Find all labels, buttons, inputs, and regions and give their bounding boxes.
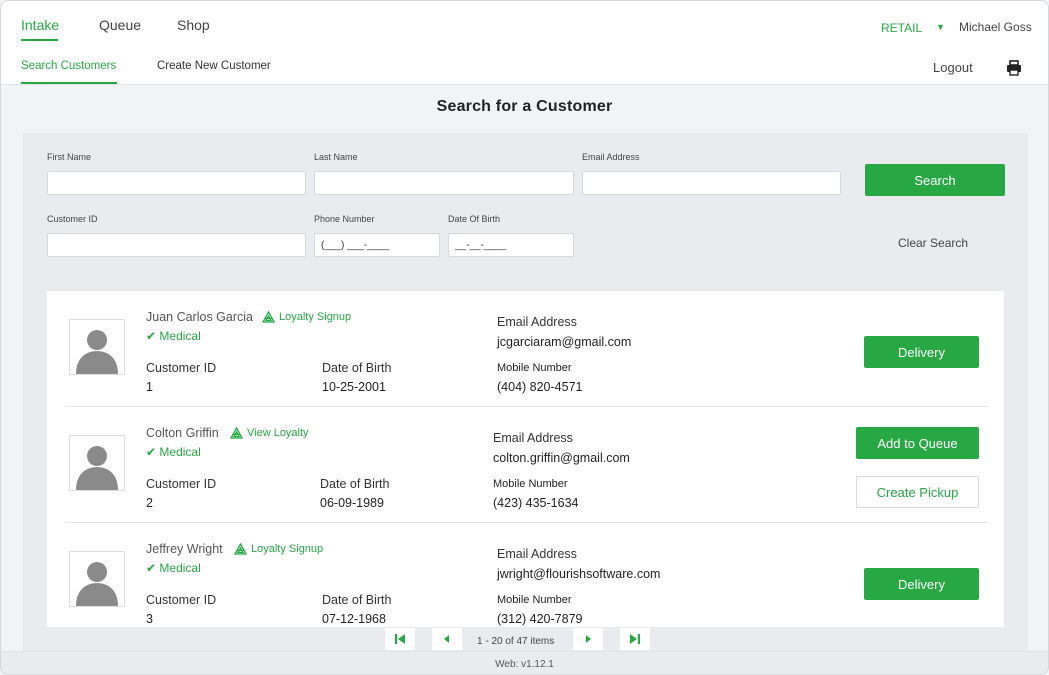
loyalty-label: Loyalty Signup — [279, 311, 352, 323]
pagination-range: 1 - 20 of 47 items — [477, 636, 555, 647]
phone-input[interactable] — [314, 233, 440, 257]
list-item[interactable]: Colton Griffin View Loyalty ✔ Medical Cu… — [47, 407, 1004, 523]
email-input[interactable] — [582, 171, 841, 195]
tab-queue[interactable]: Queue — [99, 17, 141, 33]
user-icon — [76, 330, 118, 374]
email-value: jcgarciaram@gmail.com — [497, 335, 632, 349]
medical-label: Medical — [159, 561, 201, 575]
email-label: Email Address — [497, 315, 577, 329]
phone-label: Phone Number — [314, 214, 375, 224]
dob-input[interactable] — [448, 233, 574, 257]
tab-intake[interactable]: Intake — [21, 17, 59, 33]
last-page-button[interactable] — [620, 628, 650, 650]
email-label: Email Address — [582, 152, 640, 162]
mobile-label: Mobile Number — [497, 362, 572, 374]
subtab-search-customers[interactable]: Search Customers — [21, 60, 116, 72]
customer-name[interactable]: Jeffrey Wright — [146, 542, 223, 556]
customer-name[interactable]: Colton Griffin — [146, 426, 219, 440]
list-item[interactable]: Jeffrey Wright Loyalty Signup ✔ Medical … — [47, 523, 1004, 627]
user-icon — [76, 562, 118, 606]
store-selector[interactable]: RETAIL — [881, 21, 922, 35]
medical-label: Medical — [159, 329, 201, 343]
last-name-label: Last Name — [314, 152, 358, 162]
customer-id-label: Customer ID — [146, 361, 217, 375]
first-page-button[interactable] — [385, 628, 415, 650]
dob-label: Date of Birth — [322, 361, 392, 375]
customer-id-value: 1 — [146, 380, 153, 394]
tab-shop[interactable]: Shop — [177, 17, 210, 33]
check-icon: ✔ — [146, 445, 157, 459]
page-title: Search for a Customer — [436, 98, 613, 115]
footer: Web: v1.12.1 — [1, 651, 1048, 674]
user-icon — [76, 446, 118, 490]
email-value: jwright@flourishsoftware.com — [497, 567, 661, 581]
subtab-underline — [21, 82, 117, 84]
email-label: Email Address — [497, 547, 577, 561]
check-icon: ✔ — [146, 561, 157, 575]
medical-badge: ✔ Medical — [146, 561, 201, 575]
dob-value: 07-12-1968 — [322, 612, 386, 626]
avatar — [69, 551, 125, 607]
app-window: Intake Queue Shop Search Customers Creat… — [0, 0, 1049, 675]
search-button[interactable]: Search — [865, 164, 1005, 196]
clear-search-button[interactable]: Clear Search — [898, 236, 968, 250]
dob-value: 10-25-2001 — [322, 380, 386, 394]
loyalty-icon — [230, 427, 243, 439]
first-page-icon — [395, 634, 405, 644]
customer-id-label: Customer ID — [146, 477, 217, 491]
mobile-label: Mobile Number — [493, 478, 568, 490]
loyalty-icon — [234, 543, 247, 555]
mobile-label: Mobile Number — [497, 594, 572, 606]
add-to-queue-button[interactable]: Add to Queue — [856, 427, 979, 459]
email-value: colton.griffin@gmail.com — [493, 451, 630, 465]
version-label: Web: v1.12.1 — [495, 659, 554, 670]
first-name-input[interactable] — [47, 171, 306, 195]
create-pickup-button[interactable]: Create Pickup — [856, 476, 979, 508]
avatar — [69, 435, 125, 491]
medical-badge: ✔ Medical — [146, 445, 201, 459]
dob-label: Date of Birth — [322, 593, 392, 607]
logout-button[interactable]: Logout — [933, 60, 973, 75]
next-page-icon — [586, 635, 591, 643]
loyalty-label: View Loyalty — [247, 427, 309, 439]
email-label: Email Address — [493, 431, 573, 445]
prev-page-button[interactable] — [432, 628, 462, 650]
tab-intake-underline — [21, 39, 58, 41]
delivery-button[interactable]: Delivery — [864, 568, 979, 600]
customer-id-label: Customer ID — [47, 214, 98, 224]
mobile-value: (404) 820-4571 — [497, 380, 583, 394]
customer-id-value: 2 — [146, 496, 153, 510]
customer-id-input[interactable] — [47, 233, 306, 257]
check-icon: ✔ — [146, 329, 157, 343]
customer-id-label: Customer ID — [146, 593, 217, 607]
list-item[interactable]: Juan Carlos Garcia Loyalty Signup ✔ Medi… — [47, 291, 1004, 407]
dob-label: Date Of Birth — [448, 214, 501, 224]
last-page-icon — [630, 634, 640, 644]
caret-down-icon[interactable]: ▼ — [936, 22, 945, 32]
customer-name[interactable]: Juan Carlos Garcia — [146, 310, 253, 324]
loyalty-link[interactable]: View Loyalty — [230, 427, 309, 439]
customer-results-list: Juan Carlos Garcia Loyalty Signup ✔ Medi… — [47, 291, 1004, 627]
delivery-button[interactable]: Delivery — [864, 336, 979, 368]
top-navigation: Intake Queue Shop Search Customers Creat… — [1, 1, 1048, 85]
dob-label: Date of Birth — [320, 477, 390, 491]
loyalty-label: Loyalty Signup — [251, 543, 324, 555]
mobile-value: (423) 435-1634 — [493, 496, 579, 510]
loyalty-icon — [262, 311, 275, 323]
loyalty-link[interactable]: Loyalty Signup — [262, 311, 351, 323]
last-name-input[interactable] — [314, 171, 574, 195]
print-icon[interactable] — [1006, 60, 1022, 76]
prev-page-icon — [444, 635, 449, 643]
mobile-value: (312) 420-7879 — [497, 612, 583, 626]
loyalty-link[interactable]: Loyalty Signup — [234, 543, 323, 555]
medical-badge: ✔ Medical — [146, 329, 201, 343]
dob-value: 06-09-1989 — [320, 496, 384, 510]
customer-id-value: 3 — [146, 612, 153, 626]
first-name-label: First Name — [47, 152, 92, 162]
avatar — [69, 319, 125, 375]
subtab-create-new-customer[interactable]: Create New Customer — [157, 60, 271, 72]
medical-label: Medical — [159, 445, 201, 459]
user-name: Michael Goss — [959, 20, 1032, 34]
next-page-button[interactable] — [573, 628, 603, 650]
